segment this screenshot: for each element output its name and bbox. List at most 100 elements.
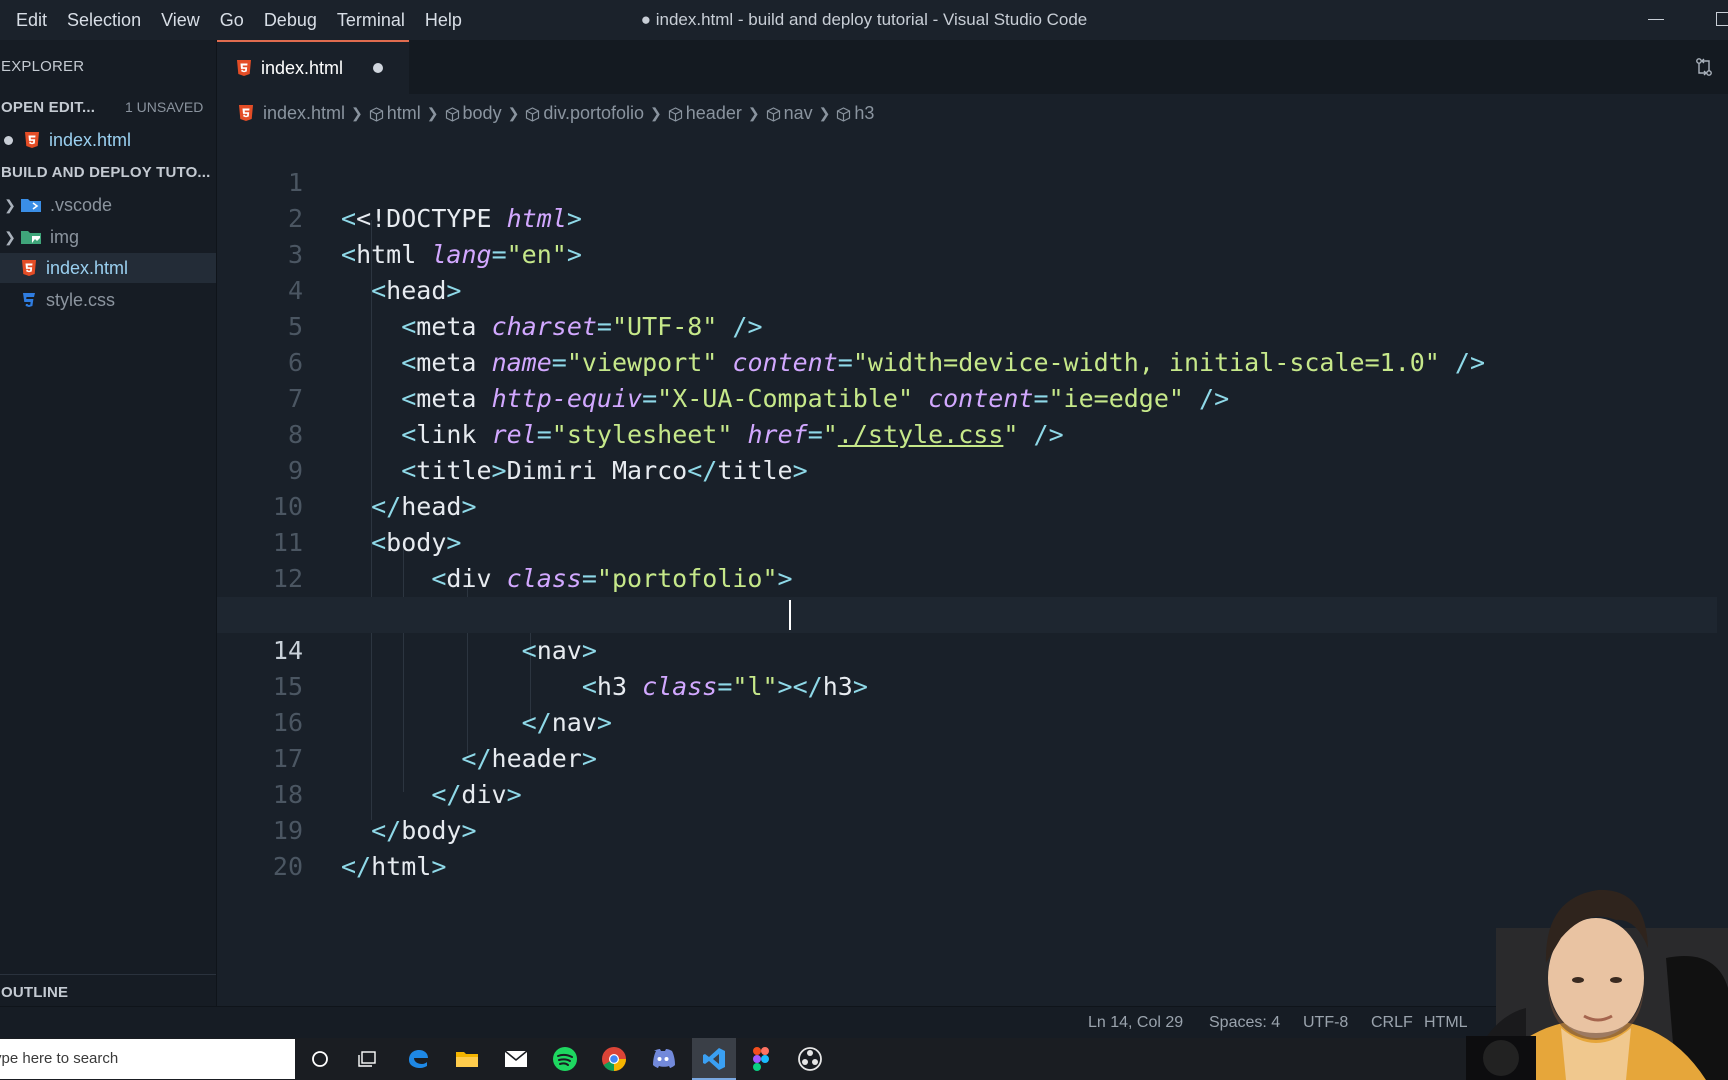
breadcrumb-item[interactable]: nav [784, 103, 813, 124]
menu-selection[interactable]: Selection [57, 0, 151, 40]
menu-terminal[interactable]: Terminal [327, 0, 415, 40]
code-line[interactable]: 9 </head> [217, 417, 1717, 521]
language-mode[interactable]: HTML [1424, 1007, 1468, 1039]
breadcrumb-item[interactable]: body [463, 103, 502, 124]
tree-item-label: style.css [46, 289, 116, 310]
tab-label: index.html [261, 57, 344, 78]
css3-icon [22, 292, 36, 308]
edge-icon[interactable] [401, 1042, 435, 1076]
html5-icon [25, 132, 39, 148]
tree-item-label: .vscode [50, 194, 113, 215]
indentation-status[interactable]: Spaces: 4 [1209, 1007, 1280, 1039]
chevron-right-icon: ❯ [507, 104, 520, 121]
code-line[interactable]: 15 </nav> [217, 633, 1717, 737]
tree-item-img[interactable]: ❯ img [0, 222, 216, 252]
menu-debug[interactable]: Debug [254, 0, 327, 40]
code-line[interactable]: 20 [217, 813, 1717, 881]
breadcrumb: index.html ❯ html ❯ body ❯ div.portofoli… [239, 98, 874, 128]
code-line[interactable]: 3 <head> [217, 201, 1717, 305]
breadcrumb-item[interactable]: div.portofolio [543, 103, 644, 124]
tree-item-label: index.html [46, 257, 129, 278]
menu-view[interactable]: View [151, 0, 210, 40]
code-line[interactable]: 1 <<!DOCTYPE html> [217, 129, 1717, 233]
breadcrumb-item[interactable]: index.html [263, 103, 345, 124]
taskbar-search-box[interactable]: ype here to search [0, 1039, 295, 1079]
title-bar: Edit Selection View Go Debug Terminal He… [0, 0, 1728, 40]
chevron-right-icon: ❯ [4, 196, 16, 213]
breadcrumb-item[interactable]: html [387, 103, 421, 124]
explorer-title: EXPLORER [1, 58, 85, 75]
chevron-right-icon: ❯ [426, 104, 439, 121]
code-line[interactable]: 7 <link rel="stylesheet" href="./style.c… [217, 345, 1717, 449]
code-line[interactable]: 10 <body> [217, 453, 1717, 557]
file-explorer-icon[interactable] [450, 1042, 484, 1076]
menu-bar: Edit Selection View Go Debug Terminal He… [0, 0, 472, 40]
tree-item-style-css[interactable]: style.css [0, 285, 216, 315]
line-number: 20 [272, 852, 303, 881]
code-line[interactable]: 4 <meta charset="UTF-8" /> [217, 237, 1717, 341]
cursor-position[interactable]: Ln 14, Col 29 [1088, 1007, 1183, 1039]
explorer-sidebar: EXPLORER OPEN EDIT... 1 UNSAVED index.ht… [0, 40, 217, 1006]
tree-item-index-html[interactable]: index.html [0, 253, 216, 283]
cortana-icon[interactable] [303, 1042, 337, 1076]
element-cube-icon [369, 106, 384, 122]
html5-icon [22, 260, 36, 276]
spotify-icon[interactable] [548, 1042, 582, 1076]
open-editor-index-html[interactable]: index.html [0, 125, 216, 155]
code-text: </html> [341, 852, 447, 881]
unsaved-dot-icon [4, 135, 13, 145]
folder-vscode-icon [20, 197, 42, 213]
folder-images-icon [20, 229, 42, 245]
unsaved-badge: 1 UNSAVED [125, 99, 204, 115]
task-view-icon[interactable] [351, 1042, 385, 1076]
code-line[interactable]: 13 <nav> [217, 561, 1717, 665]
code-line[interactable]: 17 </div> [217, 705, 1717, 809]
html5-icon [239, 105, 253, 121]
code-line[interactable]: 6 <meta http-equiv="X-UA-Compatible" con… [217, 309, 1717, 413]
tree-item-vscode[interactable]: ❯ .vscode [0, 190, 216, 220]
code-line[interactable]: 5 <meta name="viewport" content="width=d… [217, 273, 1717, 377]
code-line[interactable]: 8 <title>Dimiri Marco</title> [217, 381, 1717, 485]
breadcrumb-item[interactable]: header [686, 103, 742, 124]
menu-edit[interactable]: Edit [0, 0, 57, 40]
project-folder-header[interactable]: BUILD AND DEPLOY TUTO... [1, 164, 211, 181]
figma-icon[interactable] [744, 1042, 778, 1076]
eol-status[interactable]: CRLF [1371, 1007, 1413, 1039]
encoding-status[interactable]: UTF-8 [1303, 1007, 1348, 1039]
vscode-icon[interactable] [697, 1042, 731, 1076]
open-editors-header[interactable]: OPEN EDIT... [1, 99, 95, 116]
element-cube-icon [836, 106, 851, 122]
webcam-overlay [1466, 868, 1728, 1080]
tab-bar: index.html [217, 40, 1728, 94]
chevron-right-icon: ❯ [650, 104, 662, 121]
mail-icon[interactable] [499, 1042, 533, 1076]
chevron-right-icon: ❯ [818, 104, 831, 121]
text-cursor [789, 600, 791, 630]
code-line-current[interactable]: 14 <h3 class="l"></h3> [217, 597, 1717, 701]
maximize-icon[interactable] [1716, 12, 1728, 26]
code-line[interactable]: 19 </html> [217, 777, 1717, 881]
tree-item-label: img [50, 226, 80, 247]
code-line[interactable]: 12 <header> [217, 525, 1717, 629]
discord-icon[interactable] [646, 1042, 680, 1076]
obs-icon[interactable] [793, 1042, 827, 1076]
code-line[interactable]: 2 <html lang="en"> [217, 165, 1717, 269]
minimize-icon[interactable] [1648, 19, 1664, 20]
unsaved-dot-icon[interactable] [373, 63, 384, 73]
chrome-icon[interactable] [597, 1042, 631, 1076]
breadcrumb-item[interactable]: h3 [854, 103, 874, 124]
tab-index-html[interactable]: index.html [217, 40, 409, 94]
menu-help[interactable]: Help [415, 0, 472, 40]
chevron-right-icon: ❯ [351, 104, 363, 121]
editor-area: index.html index.html ❯ html ❯ body ❯ di… [217, 40, 1728, 1006]
code-line[interactable]: 16 </header> [217, 669, 1717, 773]
code-line[interactable]: 11 <div class="portofolio"> [217, 489, 1717, 593]
element-cube-icon [445, 106, 460, 122]
search-placeholder: ype here to search [0, 1050, 119, 1067]
code-line[interactable]: 18 </body> [217, 741, 1717, 845]
chevron-right-icon: ❯ [4, 228, 16, 245]
open-changes-icon[interactable] [1694, 57, 1714, 77]
menu-go[interactable]: Go [210, 0, 254, 40]
outline-header[interactable]: OUTLINE [1, 984, 68, 1001]
html5-icon [237, 60, 251, 76]
